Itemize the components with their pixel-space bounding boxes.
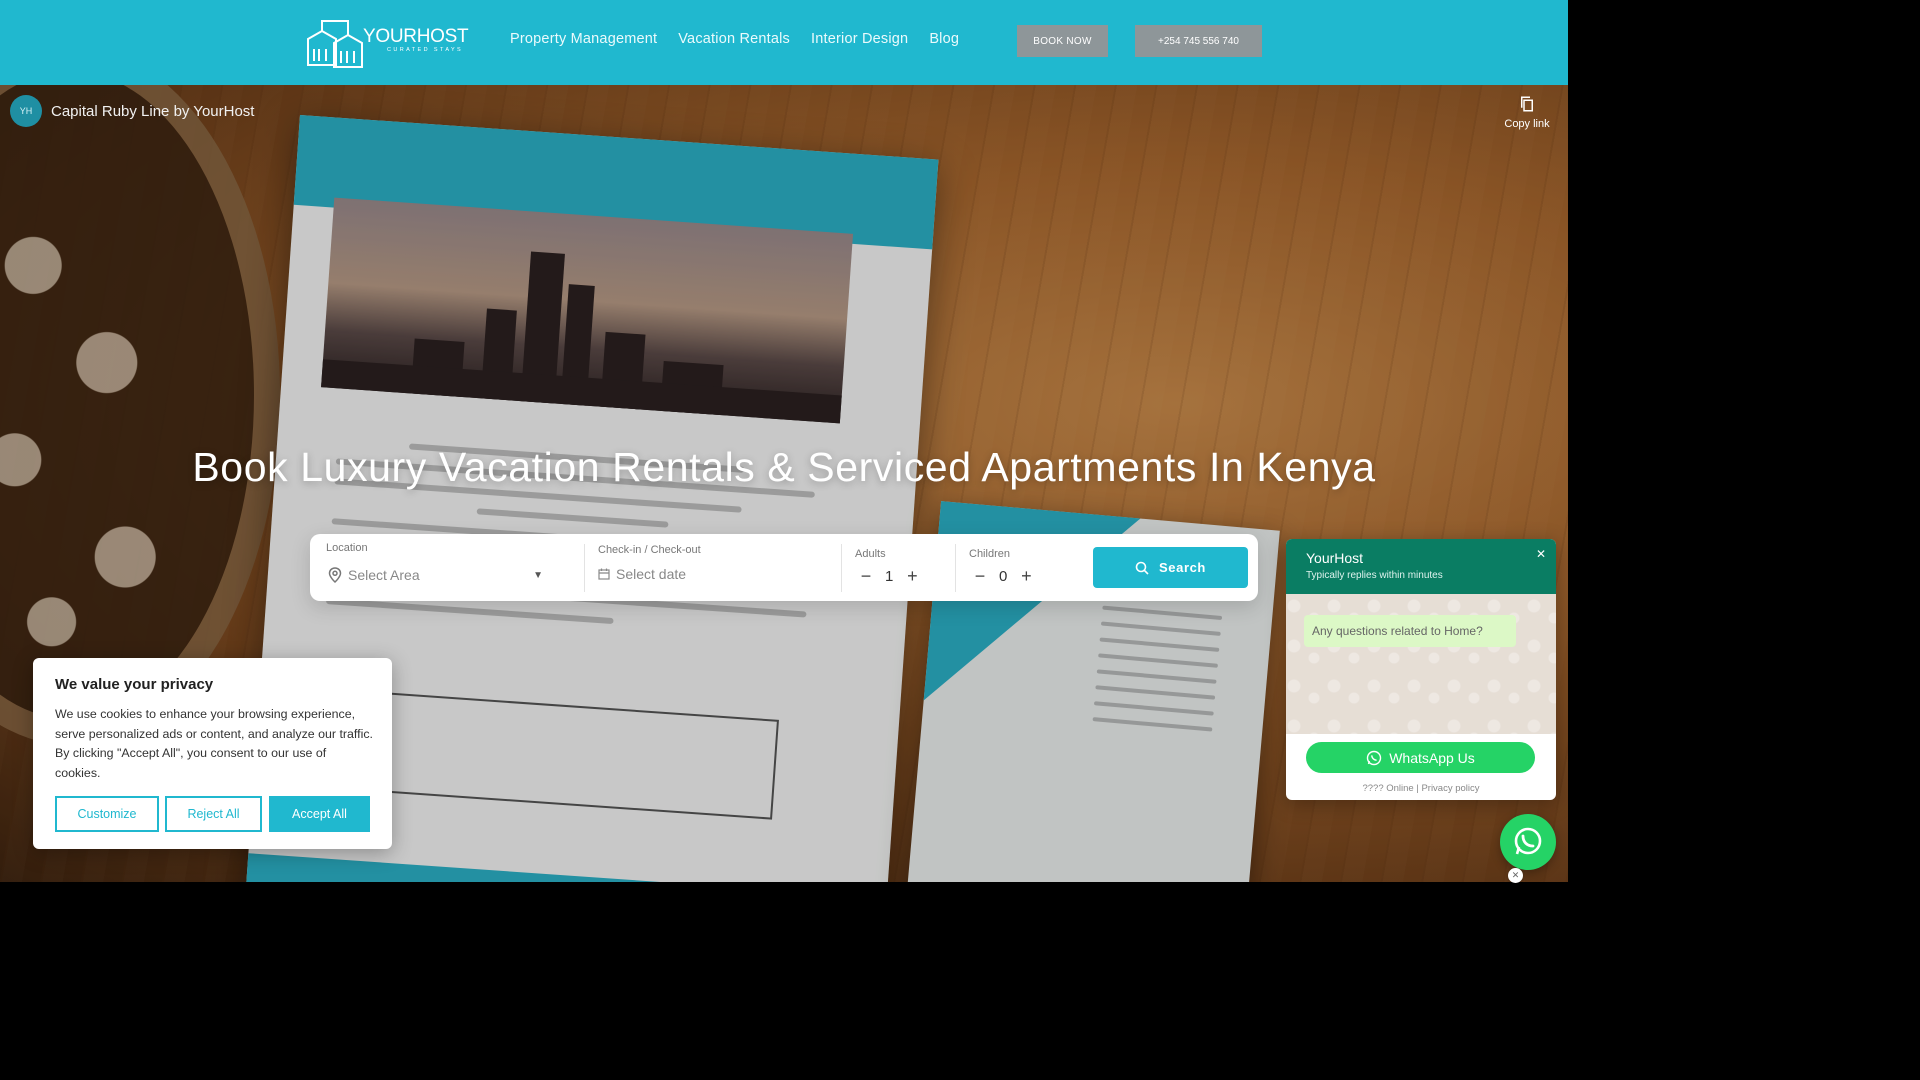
book-now-button[interactable]: BOOK NOW (1017, 25, 1108, 57)
video-title[interactable]: Capital Ruby Line by YourHost (51, 103, 254, 120)
whatsapp-us-button[interactable]: WhatsApp Us (1306, 742, 1535, 773)
divider (584, 544, 585, 592)
cookie-title: We value your privacy (55, 676, 214, 693)
nav-link-interior-design[interactable]: Interior Design (811, 31, 908, 47)
cookie-consent-banner: We value your privacy We use cookies to … (33, 658, 392, 849)
booking-search-bar: Location Select Area ▼ Check-in / Check-… (310, 534, 1258, 601)
adults-increment-button[interactable]: + (903, 566, 921, 586)
adults-label: Adults (855, 548, 886, 560)
main-nav: Property Management Vacation Rentals Int… (510, 31, 959, 47)
location-select[interactable]: Select Area ▼ (328, 567, 543, 583)
customize-button[interactable]: Customize (55, 796, 159, 832)
chevron-down-icon: ▼ (533, 569, 543, 581)
whatsapp-message-bubble: Any questions related to Home? (1304, 615, 1516, 647)
children-label: Children (969, 548, 1010, 560)
children-increment-button[interactable]: + (1017, 566, 1035, 586)
phone-button[interactable]: +254 745 556 740 (1135, 25, 1262, 57)
reject-all-button[interactable]: Reject All (165, 796, 262, 832)
whatsapp-chat-widget: YourHost Typically replies within minute… (1286, 539, 1556, 800)
children-stepper: − 0 + (971, 566, 1035, 586)
children-decrement-button[interactable]: − (971, 566, 989, 586)
copy-icon (1521, 96, 1533, 112)
nav-link-blog[interactable]: Blog (929, 31, 959, 47)
divider (841, 544, 842, 592)
cookie-text: We use cookies to enhance your browsing … (55, 707, 373, 780)
adults-stepper: − 1 + (857, 566, 921, 586)
search-button-label: Search (1159, 560, 1206, 575)
channel-avatar[interactable]: YH (10, 95, 42, 127)
copy-link-label: Copy link (1504, 118, 1550, 130)
nav-link-vacation-rentals[interactable]: Vacation Rentals (678, 31, 790, 47)
brand-tagline: CURATED STAYS (387, 47, 464, 53)
copy-link-button[interactable]: Copy link (1497, 95, 1557, 130)
children-count: 0 (999, 567, 1008, 585)
top-navbar: YOURHOST CURATED STAYS Property Manageme… (0, 0, 1568, 85)
dates-label: Check-in / Check-out (598, 544, 701, 556)
whatsapp-header: YourHost Typically replies within minute… (1286, 539, 1556, 594)
whatsapp-icon (1367, 750, 1382, 765)
location-placeholder: Select Area (348, 567, 420, 583)
brand-name: YOURHOST (363, 26, 469, 47)
adults-decrement-button[interactable]: − (857, 566, 875, 586)
search-icon (1135, 561, 1149, 575)
video-title-bar[interactable]: YH Capital Ruby Line by YourHost (10, 95, 254, 127)
location-label: Location (326, 542, 368, 554)
whatsapp-status: Typically replies within minutes (1306, 570, 1443, 581)
hero-heading: Book Luxury Vacation Rentals & Serviced … (192, 444, 1376, 490)
search-button[interactable]: Search (1093, 547, 1248, 588)
brand-logo[interactable]: YOURHOST CURATED STAYS (305, 16, 470, 70)
close-icon[interactable]: ✕ (1536, 547, 1546, 561)
house-logo-icon (307, 20, 363, 68)
map-pin-icon (328, 567, 342, 583)
close-icon[interactable]: ✕ (1508, 868, 1523, 883)
whatsapp-us-label: WhatsApp Us (1389, 749, 1475, 766)
whatsapp-contact-name: YourHost (1306, 550, 1364, 566)
whatsapp-icon (1514, 827, 1542, 855)
whatsapp-chat-body: Any questions related to Home? (1286, 594, 1556, 734)
divider (955, 544, 956, 592)
adults-count: 1 (885, 567, 894, 585)
whatsapp-float-button[interactable] (1500, 814, 1556, 870)
date-placeholder: Select date (616, 566, 687, 582)
accept-all-button[interactable]: Accept All (269, 796, 370, 832)
nav-link-property-management[interactable]: Property Management (510, 31, 657, 47)
whatsapp-footer[interactable]: ???? Online | Privacy policy (1286, 783, 1556, 794)
calendar-icon (598, 568, 610, 580)
date-picker[interactable]: Select date (598, 566, 818, 582)
